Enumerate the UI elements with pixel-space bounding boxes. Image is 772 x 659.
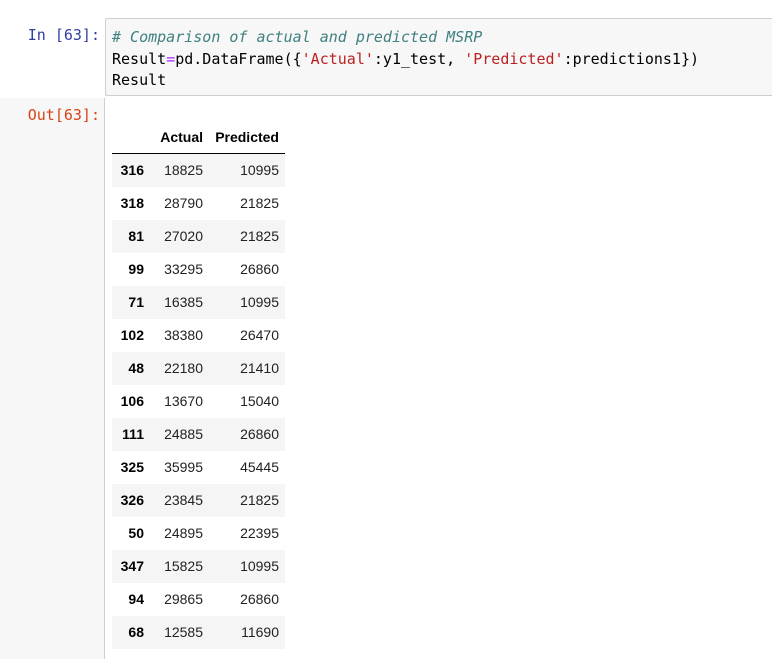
cell-actual: 16385: [164, 294, 203, 310]
code-comment: # Comparison of actual and predicted MSR…: [112, 28, 483, 46]
table-row: 68 12585 11690: [112, 615, 285, 649]
cell-actual: 12585: [164, 624, 203, 640]
column-header-actual: Actual: [150, 120, 209, 154]
row-index: 50: [128, 525, 144, 541]
row-index: 106: [120, 393, 144, 409]
row-index: 111: [122, 426, 144, 442]
row-index: 94: [128, 591, 144, 607]
cell-predicted: 15040: [240, 393, 279, 409]
cell-predicted: 22395: [240, 525, 279, 541]
code-input-area[interactable]: # Comparison of actual and predicted MSR…: [105, 18, 772, 96]
cell-actual: 29865: [164, 591, 203, 607]
cell-predicted: 26860: [240, 261, 279, 277]
cell-actual: 24885: [164, 426, 203, 442]
code-string-actual: 'Actual': [301, 49, 374, 68]
cell-actual: 28790: [164, 195, 203, 211]
row-index: 71: [128, 294, 144, 310]
table-row: 318 28790 21825: [112, 187, 285, 220]
code-operator: =: [166, 49, 176, 68]
code-call: pd.DataFrame({: [175, 49, 302, 68]
cell-actual: 35995: [164, 459, 203, 475]
code-arg2: :predictions1}): [563, 49, 700, 68]
cell-predicted: 11690: [241, 624, 279, 640]
table-header-row: Actual Predicted: [112, 120, 285, 154]
cell-actual: 24895: [164, 525, 203, 541]
cell-actual: 22180: [164, 360, 203, 376]
code-arg1: :y1_test,: [373, 49, 465, 68]
dataframe-table: Actual Predicted 316 18825 10995 318 28790 21…: [112, 120, 285, 649]
cell-actual: 23845: [164, 492, 203, 508]
cell-predicted: 26470: [240, 327, 279, 343]
code-line-result: Result: [112, 71, 167, 89]
cell-actual: 27020: [164, 228, 203, 244]
cell-actual: 13670: [164, 393, 203, 409]
cell-actual: 38380: [164, 327, 203, 343]
table-row: 94 29865 26860: [112, 583, 285, 616]
table-row: 347 15825 10995: [112, 549, 285, 583]
index-header: [112, 120, 150, 154]
row-index: 325: [120, 459, 144, 475]
input-prompt: In [63]:: [27, 26, 100, 44]
row-index: 316: [120, 162, 144, 179]
table-row: 326 23845 21825: [112, 483, 285, 517]
cell-predicted: 21410: [240, 360, 279, 376]
table-row: 111 24885 26860: [112, 417, 285, 451]
table-row: 99 33295 26860: [112, 253, 285, 286]
row-index: 68: [128, 624, 144, 640]
row-index: 326: [120, 492, 144, 508]
cell-actual: 15825: [164, 558, 203, 574]
table-body: 316 18825 10995 318 28790 21825 81 27020 21825 99…: [112, 153, 285, 649]
cell-actual: 18825: [164, 162, 203, 179]
table-row: 71 16385 10995: [112, 285, 285, 319]
cell-predicted: 10995: [240, 294, 279, 310]
table-row: 106 13670 15040: [112, 385, 285, 418]
cell-predicted: 45445: [240, 459, 279, 475]
table-row: 102 38380 26470: [112, 319, 285, 352]
row-index: 48: [128, 360, 144, 376]
cell-predicted: 26860: [240, 426, 279, 442]
row-index: 102: [120, 327, 144, 343]
cell-predicted: 21825: [240, 195, 279, 211]
row-index: 81: [128, 228, 144, 244]
table-row: 325 35995 45445: [112, 451, 285, 484]
cell-predicted: 26860: [240, 591, 279, 607]
cell-actual: 33295: [164, 261, 203, 277]
row-index: 318: [120, 195, 144, 211]
output-area: Actual Predicted 316 18825 10995 318 28790 21…: [112, 120, 285, 649]
cell-predicted: 21825: [240, 492, 279, 508]
output-gutter: [0, 98, 105, 659]
table-row: 48 22180 21410: [112, 351, 285, 385]
code-var: Result: [112, 49, 167, 68]
cell-predicted: 21825: [240, 228, 279, 244]
code-editor[interactable]: # Comparison of actual and predicted MSR…: [106, 19, 772, 92]
output-prompt: Out[63]:: [27, 106, 100, 124]
cell-predicted: 10995: [240, 162, 279, 179]
row-index: 99: [128, 261, 144, 277]
row-index: 347: [120, 558, 144, 574]
table-row: 316 18825 10995: [112, 153, 285, 187]
column-header-predicted: Predicted: [209, 120, 285, 154]
table-row: 81 27020 21825: [112, 219, 285, 253]
cell-predicted: 10995: [240, 558, 279, 574]
table-row: 50 24895 22395: [112, 517, 285, 550]
code-string-predicted: 'Predicted': [464, 49, 564, 68]
